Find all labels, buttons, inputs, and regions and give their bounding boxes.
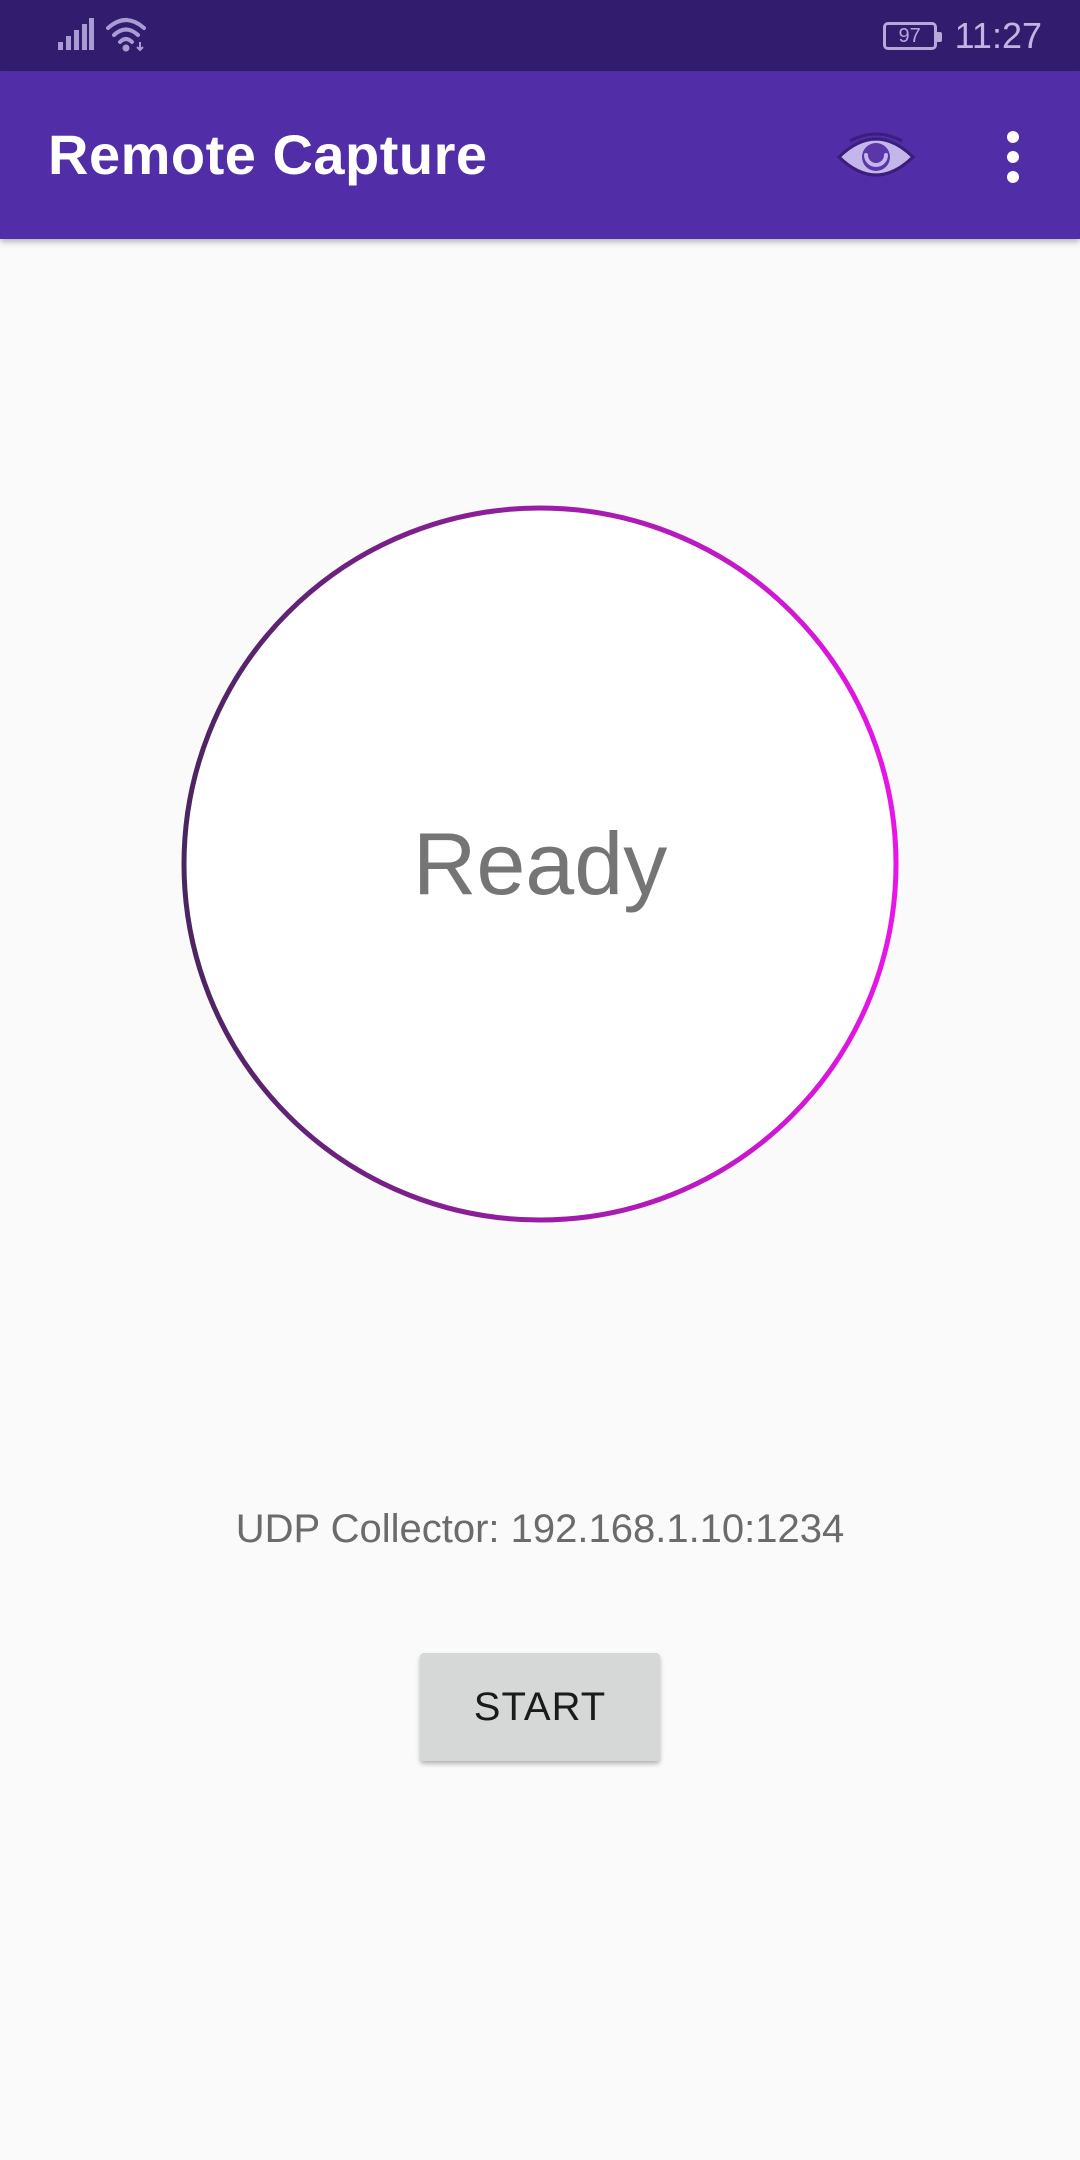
- status-time: 11:27: [954, 14, 1042, 56]
- eye-button[interactable]: [834, 115, 918, 199]
- signal-icon: [58, 18, 94, 50]
- wifi-icon: [106, 18, 146, 52]
- start-button[interactable]: START: [420, 1653, 660, 1761]
- status-text: Ready: [412, 814, 668, 913]
- udp-collector-label: UDP Collector: 192.168.1.10:1234: [235, 1507, 845, 1551]
- battery-icon: 97: [882, 21, 942, 50]
- more-options-button[interactable]: [988, 115, 1038, 199]
- app-bar: Remote Capture: [0, 71, 1080, 239]
- app-title: Remote Capture: [48, 123, 488, 186]
- status-icons-right: 97 11:27: [882, 0, 1042, 71]
- status-bar: 97 11:27: [0, 0, 1080, 71]
- more-vert-icon: [1007, 131, 1019, 183]
- eye-icon: [836, 132, 916, 177]
- status-icons-left: [58, 14, 148, 54]
- battery-level: 97: [898, 24, 921, 47]
